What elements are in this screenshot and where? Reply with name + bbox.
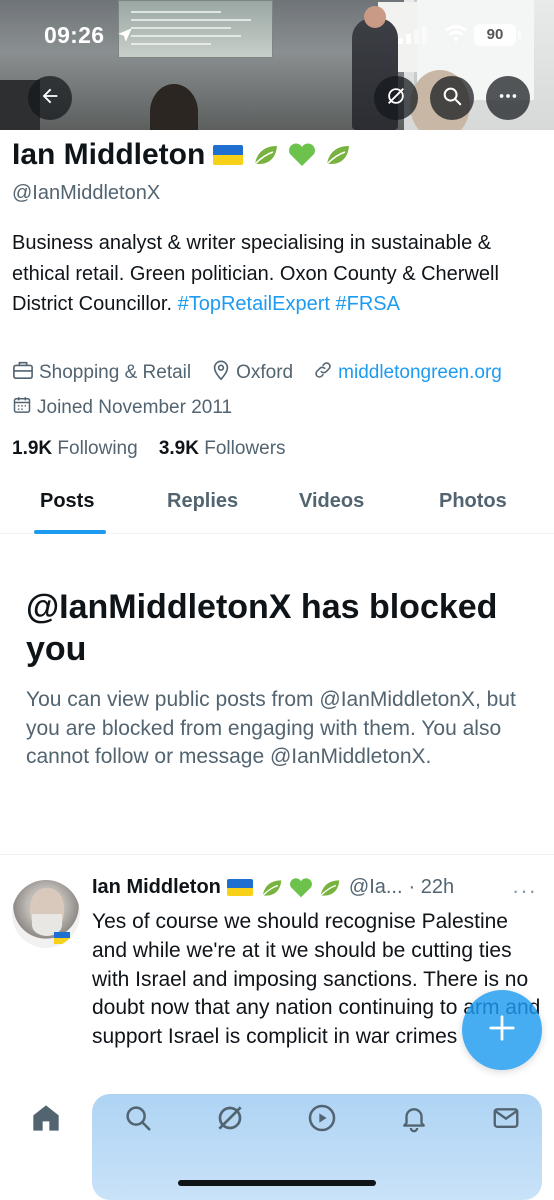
- following-link[interactable]: 1.9K Following: [12, 438, 138, 459]
- category-label: Shopping & Retail: [39, 362, 192, 383]
- search-icon: [441, 85, 463, 112]
- post-author-name[interactable]: Ian Middleton: [92, 876, 221, 899]
- profile-tabs: Posts Replies Videos Photos: [0, 470, 554, 534]
- home-indicator[interactable]: [178, 1180, 376, 1186]
- location-label: Oxford: [236, 362, 294, 383]
- website-link[interactable]: middletongreen.org: [338, 362, 502, 384]
- status-time: 09:26: [44, 22, 105, 48]
- back-button[interactable]: [28, 76, 72, 120]
- leaf-heart-badges: [251, 142, 353, 168]
- more-icon: [497, 85, 519, 112]
- blocked-title: @IanMiddletonX has blocked you: [26, 588, 498, 668]
- followers-label: Followers: [204, 438, 286, 459]
- post-author-handle: @Ia...: [348, 876, 403, 898]
- banner-audience-head: [150, 84, 198, 130]
- tab-posts[interactable]: Posts: [40, 490, 94, 513]
- avatar-flag-icon: [54, 932, 70, 944]
- profile-bio: Business analyst & writer specialising i…: [12, 228, 542, 320]
- bio-hashtag[interactable]: #FRSA: [335, 293, 399, 315]
- compose-button[interactable]: [462, 990, 542, 1070]
- leaf-heart-badges: [259, 877, 343, 899]
- location-pin-icon: [211, 359, 231, 387]
- more-button[interactable]: [486, 76, 530, 120]
- wifi-icon: [444, 24, 468, 49]
- tab-photos[interactable]: Photos: [439, 490, 507, 513]
- grok-icon[interactable]: [212, 1100, 248, 1136]
- following-label: Following: [57, 438, 138, 459]
- link-icon: [313, 360, 333, 386]
- ukraine-flag-icon: [226, 879, 253, 896]
- grok-icon: [385, 85, 407, 112]
- profile-name: Ian Middleton: [12, 138, 206, 171]
- post-more-button[interactable]: ···: [512, 878, 537, 904]
- post-header: Ian Middleton @Ia... · 22h: [92, 876, 454, 899]
- tab-videos[interactable]: Videos: [299, 490, 364, 513]
- profile-joined: Joined November 2011: [12, 395, 232, 421]
- profile-category: Shopping & Retail: [12, 360, 191, 386]
- section-divider: [0, 854, 554, 855]
- status-bar: 09:26 90: [0, 0, 554, 70]
- profile-name-row: Ian Middleton: [12, 138, 353, 172]
- follow-stats: 1.9K Following 3.9K Followers: [12, 438, 286, 460]
- post-time: · 22h: [408, 876, 455, 898]
- tab-replies[interactable]: Replies: [167, 490, 238, 513]
- blocked-message: You can view public posts from @IanMiddl…: [26, 688, 516, 768]
- plus-icon: [487, 1013, 517, 1048]
- bio-hashtag[interactable]: #TopRetailExpert: [178, 293, 330, 315]
- location-arrow-icon: [116, 26, 134, 49]
- grok-button[interactable]: [374, 76, 418, 120]
- calendar-icon: [12, 395, 32, 421]
- search-button[interactable]: [430, 76, 474, 120]
- joined-label: Joined November 2011: [37, 397, 233, 418]
- profile-handle: @IanMiddletonX: [12, 182, 161, 204]
- briefcase-icon: [12, 360, 34, 386]
- active-tab-indicator: [34, 530, 106, 534]
- arrow-left-icon: [39, 85, 61, 112]
- post-avatar[interactable]: [12, 880, 80, 948]
- profile-location: Oxford: [211, 359, 293, 387]
- followers-link[interactable]: 3.9K Followers: [159, 438, 286, 459]
- following-count: 1.9K: [12, 438, 53, 459]
- mail-icon[interactable]: [488, 1100, 524, 1136]
- profile-website[interactable]: middletongreen.org: [313, 360, 502, 386]
- ukraine-flag-icon: [213, 145, 244, 165]
- followers-count: 3.9K: [158, 438, 199, 459]
- search-icon[interactable]: [120, 1100, 156, 1136]
- battery-indicator: 90: [474, 24, 521, 46]
- profile-meta-row: Shopping & Retail Oxford middletongreen.…: [12, 359, 502, 387]
- bell-icon[interactable]: [396, 1100, 432, 1136]
- profile-joined-row: Joined November 2011: [12, 395, 252, 421]
- home-icon[interactable]: [28, 1100, 64, 1136]
- signal-icon: [398, 26, 428, 49]
- video-icon[interactable]: [304, 1100, 340, 1136]
